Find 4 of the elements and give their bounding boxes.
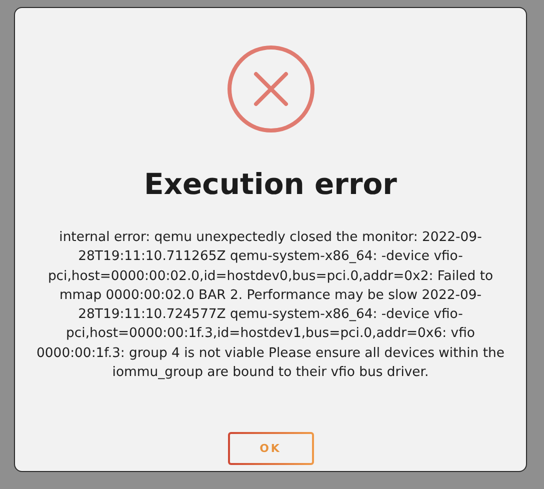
dialog-title: Execution error: [144, 167, 397, 201]
ok-button[interactable]: OK: [228, 432, 314, 466]
error-message: internal error: qemu unexpectedly closed the monitor: 2022-09-28T19:11:10.711265Z qemu-system-x86_64: -device vfio-pci,host=0000:00:02.0,id=hostdev0,bus=pci.0,addr=0x2: Failed to mmap 0000:00:02.0 BAR 2. Performance may be slow 2022-09-28T19:11:10.724577Z qemu-system-x86_64: -device vfio-pci,host=0000:00:1f.3,id=hostdev1,bus=pci.0,addr=0x6: vfio 0000:00:1f.3: group 4 is not viable Please ensure all devices within the iommu_group are bound to their vfio bus driver.: [36, 229, 506, 382]
error-icon: [226, 45, 314, 133]
